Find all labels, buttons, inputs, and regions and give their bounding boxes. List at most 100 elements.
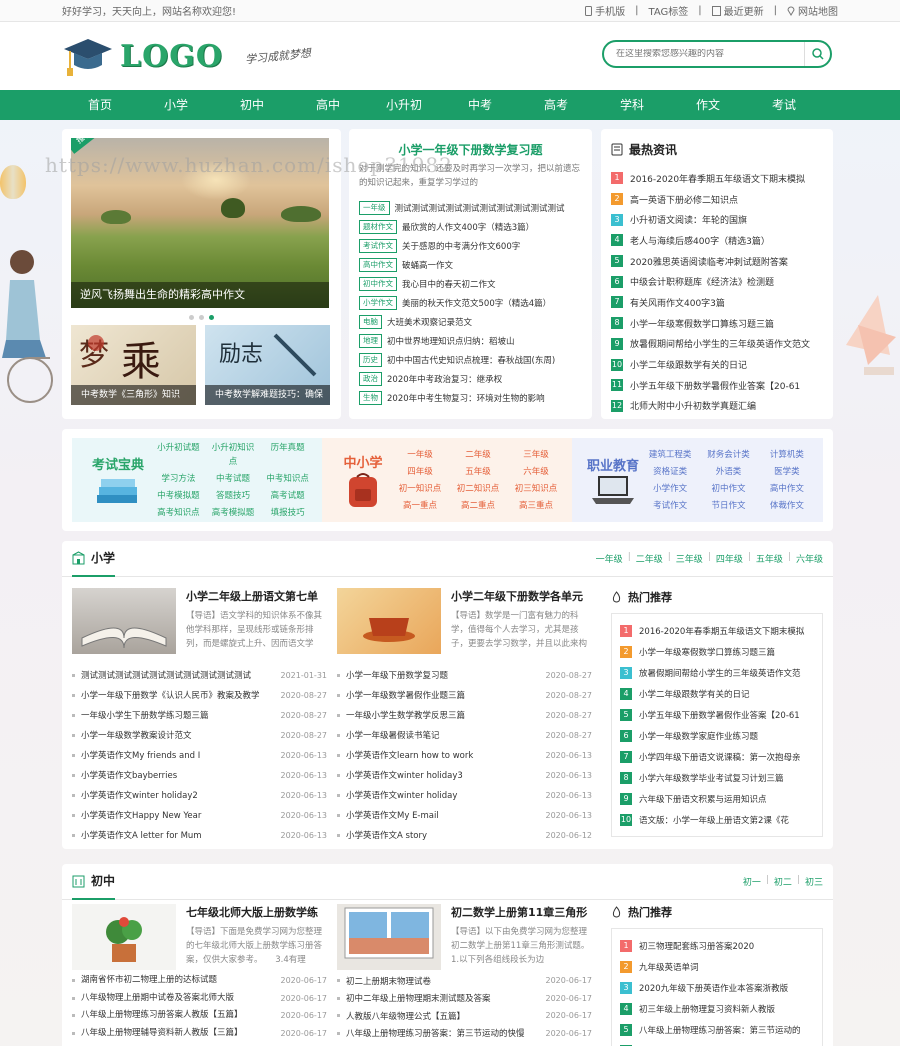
category-link[interactable]: 体裁作文 [761, 499, 813, 513]
category-link[interactable]: 中考试题 [209, 472, 258, 486]
list-item-title[interactable]: 八年级上册物理练习册答案：第三节运动的快慢 [346, 1027, 540, 1039]
list-item[interactable]: 八年级上册物理练习册答案：第三节运动的快慢 2020-06-17 [337, 1025, 592, 1043]
article-title[interactable]: 小学二年级上册语文第七单 [186, 588, 326, 604]
category-tag[interactable]: 题材作文 [359, 219, 397, 234]
category-link[interactable]: 建筑工程类 [644, 448, 696, 462]
category-link[interactable]: 考试作文 [644, 499, 696, 513]
category-link[interactable]: 节日作文 [702, 499, 754, 513]
list-item-title[interactable]: 小学英语作文My E-mail [346, 809, 540, 821]
category-label[interactable]: 中小学 [333, 452, 393, 471]
category-link[interactable]: 六年级 [510, 465, 562, 479]
list-item[interactable]: 小学英语作文winter holiday3 2020-06-13 [337, 765, 592, 785]
slider-dot-active[interactable] [209, 315, 214, 320]
category-link[interactable]: 医学类 [761, 465, 813, 479]
list-item[interactable]: 小学英语作文learn how to work 2020-06-13 [337, 745, 592, 765]
category-link[interactable]: 高考知识点 [154, 506, 203, 520]
nav-subject[interactable]: 学科 [594, 90, 670, 120]
category-link[interactable]: 初中作文 [702, 482, 754, 496]
grade-link[interactable]: 初三 [805, 875, 823, 888]
list-item-title[interactable]: 小学英语作文My friends and I [81, 749, 275, 761]
list-item[interactable]: 初中二年级上册物理期末测试题及答案 2020-06-17 [337, 990, 592, 1008]
list-item-title[interactable]: 小学一年级下册数学《认识人民币》教案及教学 [81, 689, 275, 701]
grade-link[interactable]: 六年级 [796, 552, 823, 565]
category-link[interactable]: 二年级 [452, 448, 504, 462]
list-item[interactable]: 高中作文 破蛹高一作文 [359, 255, 582, 274]
list-item[interactable]: 小学一年级暑假读书笔记 2020-08-27 [337, 725, 592, 745]
list-item[interactable]: 小学一年级下册数学复习题 2020-08-27 [337, 665, 592, 685]
list-item[interactable]: 小学英语作文A story 2020-06-12 [337, 825, 592, 845]
list-item-title[interactable]: 八年级上册物理练习册答案人教版【五篇】 [81, 1007, 275, 1024]
ranked-item-title[interactable]: 2016-2020年春季期五年级语文下期末模拟 [630, 172, 805, 185]
slider-dot[interactable] [199, 315, 204, 320]
list-item[interactable]: 小学一年级数学教案设计范文 2020-08-27 [72, 725, 327, 745]
ranked-item[interactable]: 6 中级会计职称题库《经济法》检测题 [611, 271, 823, 292]
nav-essay[interactable]: 作文 [670, 90, 746, 120]
article-card[interactable]: 小学二年级上册语文第七单 【导语】语文学科的知识体系不像其他学科那样，呈现线形或链… [72, 588, 326, 654]
ranked-item[interactable]: 7 有关风雨作文400字3篇 [611, 292, 823, 313]
ranked-item[interactable]: 4 老人与海续后感400字（精选3篇） [611, 230, 823, 251]
ranked-item[interactable]: 9 六年级下册语文积累与运用知识点 [620, 788, 814, 809]
list-item[interactable]: 小学英语作文bayberries 2020-06-13 [72, 765, 327, 785]
ranked-item[interactable]: 11 小学五年级下册数学暑假作业答案【20-61 [611, 375, 823, 396]
category-link[interactable]: 初三知识点 [510, 482, 562, 496]
list-item[interactable]: 湖南省怀市初二物理上册的达标试题 2020-06-17 [72, 972, 327, 990]
grade-link[interactable]: 二年级 [636, 552, 663, 565]
list-item[interactable]: 一年级小学生下册数学练习题三篇 2020-08-27 [72, 705, 327, 725]
category-link[interactable]: 小升初试题 [154, 441, 203, 469]
list-item-title[interactable]: 小学英语作文Happy New Year [81, 809, 275, 821]
category-link[interactable]: 小升初知识点 [209, 441, 258, 469]
nav-exam[interactable]: 考试 [746, 90, 822, 120]
ranked-item-title[interactable]: 小学四年级下册语文说课稿：第一次抱母亲 [639, 751, 801, 763]
list-item[interactable]: 历史 初中中国古代史知识点梳理：春秋战国(东周) [359, 350, 582, 369]
ranked-item-title[interactable]: 小学六年级数学毕业考试复习计划三篇 [639, 772, 784, 784]
search-input[interactable] [616, 49, 804, 59]
category-tag[interactable]: 考试作文 [359, 238, 397, 253]
list-item[interactable]: 八年级物理上册期中试卷及答案北师大版 2020-06-17 [72, 990, 327, 1008]
category-link[interactable]: 填报技巧 [263, 506, 312, 520]
category-link[interactable]: 高中作文 [761, 482, 813, 496]
category-link[interactable]: 中考知识点 [263, 472, 312, 486]
ranked-item[interactable]: 3 小升初语文阅读：年轮的国旗 [611, 209, 823, 230]
category-link[interactable]: 中考模拟题 [154, 489, 203, 503]
ranked-item-title[interactable]: 小学一年级寒假数学口算练习题三篇 [639, 646, 775, 658]
list-item-title[interactable]: 初二上册期末物理试卷 [346, 975, 540, 987]
list-item-title[interactable]: 小学英语作文winter holiday2 [81, 789, 275, 801]
category-link[interactable]: 财务会计类 [702, 448, 754, 462]
ranked-item[interactable]: 3 2020九年级下册英语作业本答案浙教版 [620, 977, 814, 998]
list-item[interactable]: 小学一年级下册数学《认识人民币》教案及教学 2020-08-27 [72, 685, 327, 705]
nav-zhongkao[interactable]: 中考 [442, 90, 518, 120]
list-item[interactable]: 考试作文 关于感恩的中考满分作文600字 [359, 236, 582, 255]
ranked-item[interactable]: 12 北师大附中小升初数学真题汇编 [611, 396, 823, 417]
category-tag[interactable]: 高中作文 [359, 257, 397, 272]
list-item[interactable]: 初中作文 我心目中的春天初二作文 [359, 274, 582, 293]
list-item[interactable]: 小学英语作文My E-mail 2020-06-13 [337, 805, 592, 825]
ranked-item-title[interactable]: 六年级下册语文积累与运用知识点 [639, 793, 767, 805]
ranked-item[interactable]: 8 小学六年级数学毕业考试复习计划三篇 [620, 767, 814, 788]
nav-xsc[interactable]: 小升初 [366, 90, 442, 120]
grade-link[interactable]: 初一 [743, 875, 761, 888]
ranked-item-title[interactable]: 语文版：小学一年级上册语文第2课《花 [639, 814, 789, 826]
ranked-item[interactable]: 8 小学一年级寒假数学口算练习题三篇 [611, 313, 823, 334]
ranked-item-title[interactable]: 老人与海续后感400字（精选3篇） [630, 234, 770, 247]
search-button[interactable] [804, 42, 830, 66]
ranked-item[interactable]: 1 2016-2020年春季期五年级语文下期末模拟 [611, 168, 823, 189]
list-item[interactable]: 小学一年级数学暑假作业题三篇 2020-08-27 [337, 685, 592, 705]
list-item-title[interactable]: 人教版八年级物理公式【五篇】 [346, 1010, 540, 1022]
ranked-item-title[interactable]: 2020九年级下册英语作业本答案浙教版 [639, 982, 788, 994]
list-item-title[interactable]: 八年级上册物理辅导资料新人教版【三篇】 [81, 1025, 275, 1042]
thumb-card[interactable]: 励志 中考数学解难题技巧：确保 [205, 325, 330, 405]
category-link[interactable]: 答题技巧 [209, 489, 258, 503]
list-item[interactable]: 小学作文 美丽的秋天作文范文500字（精选4篇） [359, 293, 582, 312]
category-tag[interactable]: 电脑 [359, 314, 382, 329]
ranked-item-title[interactable]: 小学五年级下册数学暑假作业答案【20-61 [630, 379, 800, 392]
tag-link[interactable]: TAG标签 [649, 3, 689, 18]
list-item[interactable]: 政治 2020年中考政治复习：继承权 [359, 369, 582, 388]
category-link[interactable]: 小学作文 [644, 482, 696, 496]
list-item-title[interactable]: 八年级物理上册期中试卷及答案北师大版 [81, 990, 275, 1007]
list-item[interactable]: 小学英语作文My friends and I 2020-06-13 [72, 745, 327, 765]
list-item-title[interactable]: 初中二年级上册物理期末测试题及答案 [346, 992, 540, 1004]
list-item-title[interactable]: 小学英语作文A story [346, 829, 540, 841]
ranked-item[interactable]: 6 小学一年级数学家庭作业练习题 [620, 725, 814, 746]
list-item-title[interactable]: 小学一年级下册数学复习题 [346, 669, 540, 681]
category-label[interactable]: 考试宝典 [88, 454, 148, 473]
